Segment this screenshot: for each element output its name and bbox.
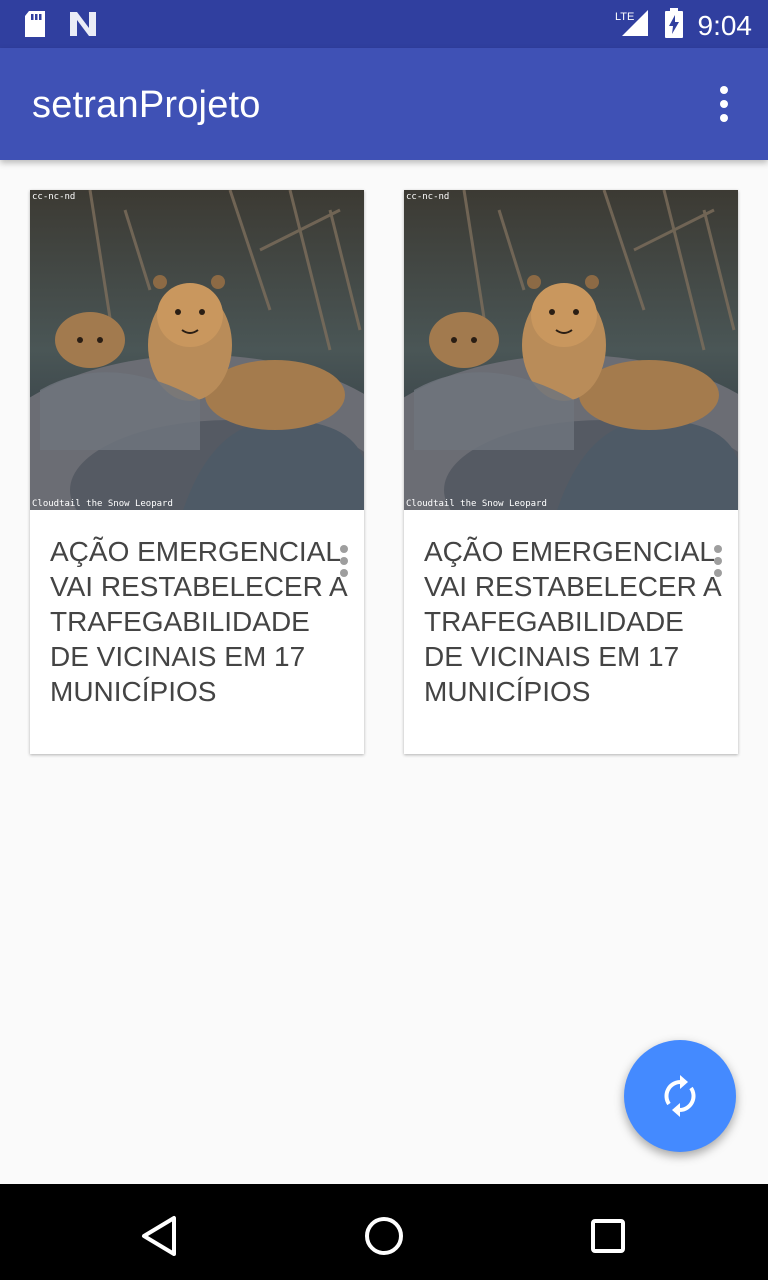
more-vert-icon <box>714 545 722 577</box>
overflow-menu-button[interactable] <box>708 84 740 124</box>
cheetah-photo: cc-nc-nd Cloudtail the Snow Leopard <box>30 190 364 510</box>
image-credit: Cloudtail the Snow Leopard <box>406 499 547 509</box>
news-card[interactable]: cc-nc-nd Cloudtail the Snow Leopard AÇÃO… <box>30 190 364 754</box>
home-button[interactable] <box>360 1212 408 1260</box>
card-title: AÇÃO EMERGENCIAL VAI RESTABELECER A TRAF… <box>424 536 721 707</box>
navigation-bar <box>0 1184 768 1280</box>
card-title: AÇÃO EMERGENCIAL VAI RESTABELECER A TRAF… <box>50 536 347 707</box>
back-button[interactable] <box>136 1212 184 1260</box>
image-license: cc-nc-nd <box>406 192 450 202</box>
app-title: setranProjeto <box>32 84 261 126</box>
image-license: cc-nc-nd <box>32 192 76 202</box>
overflow-menu-icon <box>720 86 728 122</box>
sd-card-icon <box>22 10 48 43</box>
image-credit: Cloudtail the Snow Leopard <box>32 499 173 509</box>
app-bar: setranProjeto <box>0 48 768 160</box>
refresh-button[interactable] <box>624 1040 736 1152</box>
refresh-icon <box>664 1075 696 1117</box>
more-vert-icon <box>340 545 348 577</box>
lte-signal-icon: LTE <box>614 8 650 43</box>
n-logo-icon <box>68 10 98 43</box>
battery-charging-icon <box>664 8 684 43</box>
card-more-button[interactable] <box>710 544 726 578</box>
status-bar: LTE 9:04 <box>0 0 768 48</box>
network-label: LTE <box>615 11 634 23</box>
clock: 9:04 <box>697 9 753 41</box>
news-card[interactable]: cc-nc-nd Cloudtail the Snow Leopard AÇÃO… <box>404 190 738 754</box>
back-icon <box>142 1216 176 1256</box>
card-more-button[interactable] <box>336 544 352 578</box>
home-icon <box>365 1217 403 1255</box>
cheetah-photo: cc-nc-nd Cloudtail the Snow Leopard <box>404 190 738 510</box>
recents-icon <box>591 1219 625 1253</box>
recents-button[interactable] <box>584 1212 632 1260</box>
